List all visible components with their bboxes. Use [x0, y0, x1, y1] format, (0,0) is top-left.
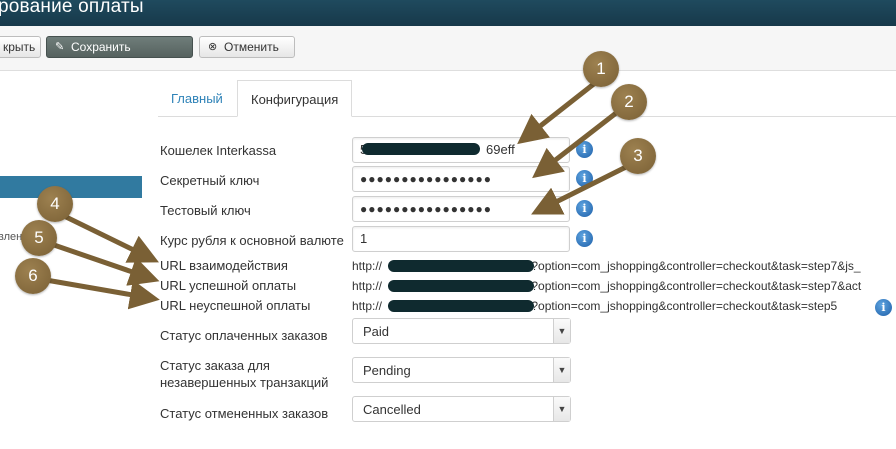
pending-status-value: Pending — [363, 363, 411, 378]
annotation-badge-2: 2 — [611, 84, 647, 120]
tab-bar: Главный Конфигурация — [158, 80, 896, 117]
test-key-value: ●●●●●●●●●●●●●●●● — [360, 202, 492, 216]
sidebar-item-fragment[interactable]: влен — [0, 231, 22, 243]
url-prefix: http:// — [352, 299, 383, 313]
url-prefix: http:// — [352, 259, 383, 273]
close-button-label: крыть — [3, 40, 36, 54]
annotation-arrow-4 — [60, 212, 159, 263]
secret-key-label: Секретный ключ — [160, 173, 260, 188]
pending-status-label-line2: незавершенных транзакций — [160, 375, 329, 390]
info-icon[interactable]: i — [576, 170, 593, 187]
redaction-mark — [388, 260, 534, 272]
paid-status-select[interactable]: Paid ▼ — [352, 318, 571, 344]
cancelled-status-select[interactable]: Cancelled ▼ — [352, 396, 571, 422]
secret-key-value: ●●●●●●●●●●●●●●●● — [360, 172, 492, 186]
annotation-badge-1: 1 — [583, 51, 619, 87]
info-icon[interactable]: i — [576, 200, 593, 217]
page-title: рование оплаты — [0, 0, 144, 17]
close-button[interactable]: крыть — [0, 36, 41, 58]
annotation-arrow-6 — [45, 277, 160, 310]
url-fail-label: URL неуспешной оплаты — [160, 298, 311, 313]
cancelled-status-label: Статус отмененных заказов — [160, 406, 329, 421]
sidebar-active-item[interactable] — [0, 176, 142, 198]
url-success-label: URL успешной оплаты — [160, 278, 297, 293]
edit-icon: ✎ — [55, 40, 65, 53]
annotation-badge-6: 6 — [15, 258, 51, 294]
test-key-label: Тестовый ключ — [160, 203, 251, 218]
info-icon[interactable]: i — [875, 299, 892, 316]
url-suffix: /?option=com_jshopping&controller=checko… — [528, 259, 861, 273]
wallet-value-visible: 69eff — [486, 142, 515, 157]
chevron-down-icon: ▼ — [553, 358, 570, 382]
test-key-input[interactable]: ●●●●●●●●●●●●●●●● — [352, 196, 570, 222]
url-suffix: /?option=com_jshopping&controller=checko… — [528, 279, 862, 293]
rate-label: Курс рубля к основной валюте — [160, 233, 344, 248]
save-button-label: Сохранить — [71, 40, 131, 54]
save-button[interactable]: ✎ Сохранить — [46, 36, 193, 58]
pending-status-label-line1: Статус заказа для — [160, 358, 270, 373]
title-bar: рование оплаты — [0, 0, 896, 27]
rate-value: 1 — [360, 231, 368, 246]
annotation-arrow-5 — [53, 242, 160, 286]
url-suffix: /?option=com_jshopping&controller=checko… — [528, 299, 838, 313]
cancel-button[interactable]: ⊗ Отменить — [199, 36, 295, 58]
cancel-icon: ⊗ — [208, 40, 218, 53]
url-interaction-label: URL взаимодействия — [160, 258, 288, 273]
redaction-mark — [388, 280, 534, 292]
paid-status-value: Paid — [363, 324, 390, 339]
rate-input[interactable]: 1 — [352, 226, 570, 252]
toolbar: крыть ✎ Сохранить ⊗ Отменить — [0, 26, 896, 71]
tab-configuration[interactable]: Конфигурация — [237, 80, 353, 117]
cancel-button-label: Отменить — [224, 40, 279, 54]
tab-main[interactable]: Главный — [158, 80, 236, 116]
wallet-label: Кошелек Interkassa — [160, 143, 277, 158]
chevron-down-icon: ▼ — [553, 319, 570, 343]
pending-status-select[interactable]: Pending ▼ — [352, 357, 571, 383]
info-icon[interactable]: i — [576, 230, 593, 247]
paid-status-label: Статус оплаченных заказов — [160, 328, 328, 343]
url-prefix: http:// — [352, 279, 383, 293]
annotation-badge-5: 5 — [21, 220, 57, 256]
info-icon[interactable]: i — [576, 141, 593, 158]
secret-key-input[interactable]: ●●●●●●●●●●●●●●●● — [352, 166, 570, 192]
annotation-badge-4: 4 — [37, 186, 73, 222]
redaction-mark — [388, 300, 534, 312]
chevron-down-icon: ▼ — [553, 397, 570, 421]
annotation-badge-3: 3 — [620, 138, 656, 174]
redaction-mark — [362, 143, 480, 155]
cancelled-status-value: Cancelled — [363, 402, 421, 417]
